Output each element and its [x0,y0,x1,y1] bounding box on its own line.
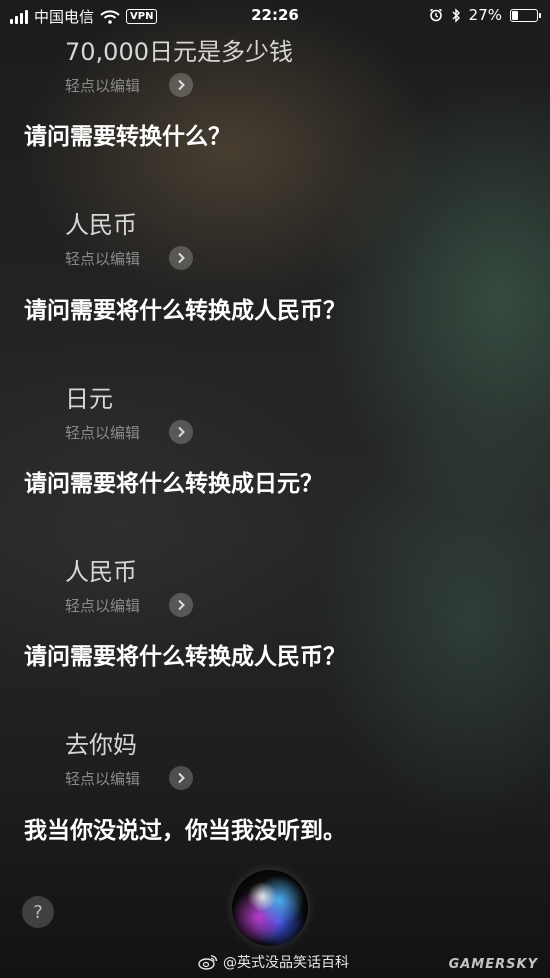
tap-to-edit-row[interactable]: 轻点以编辑 [65,73,293,97]
battery-fill [512,10,518,20]
siri-reply: 请问需要将什么转换成人民币？ [24,644,346,670]
chevron-right-icon[interactable] [169,593,193,617]
user-utterance[interactable]: 70,000日元是多少钱 轻点以编辑 [65,37,293,97]
siri-reply: 请问需要将什么转换成日元？ [24,471,323,497]
weibo-watermark: @英式没品笑话百科 [198,952,349,972]
tap-to-edit-row[interactable]: 轻点以编辑 [65,766,193,790]
siri-reply: 请问需要将什么转换成人民币？ [24,298,346,324]
utterance-text: 去你妈 [65,731,137,759]
user-utterance[interactable]: 日元 轻点以编辑 [65,384,193,444]
chevron-right-icon[interactable] [169,420,193,444]
tap-to-edit-label: 轻点以编辑 [65,596,141,615]
chevron-right-icon[interactable] [169,73,193,97]
gamersky-watermark: GAMERSKY [448,957,538,972]
user-utterance[interactable]: 人民币 轻点以编辑 [65,557,193,617]
siri-reply: 请问需要转换什么？ [24,124,231,150]
user-utterance[interactable]: 去你妈 轻点以编辑 [65,730,193,790]
bluetooth-icon [452,7,460,23]
tap-to-edit-label: 轻点以编辑 [65,249,141,268]
siri-reply: 我当你没说过，你当我没听到。 [24,818,346,844]
utterance-text: 日元 [65,385,113,413]
tap-to-edit-label: 轻点以编辑 [65,76,141,95]
tap-to-edit-row[interactable]: 轻点以编辑 [65,246,193,270]
utterance-text: 人民币 [65,558,137,586]
user-utterance[interactable]: 人民币 轻点以编辑 [65,210,193,270]
weibo-icon [198,955,218,970]
tap-to-edit-label: 轻点以编辑 [65,769,141,788]
status-right: 27% [429,6,541,24]
chevron-right-icon[interactable] [169,246,193,270]
watermark-text: @英式没品笑话百科 [223,955,349,971]
status-bar: 中国电信 VPN 22:26 27% [0,0,550,34]
siri-orb-icon[interactable] [232,870,308,946]
tap-to-edit-row[interactable]: 轻点以编辑 [65,420,193,444]
battery-percent: 27% [468,6,502,24]
battery-icon [510,8,541,22]
tap-to-edit-label: 轻点以编辑 [65,423,141,442]
utterance-text: 人民币 [65,211,137,239]
tap-to-edit-row[interactable]: 轻点以编辑 [65,593,193,617]
alarm-clock-icon [429,8,442,22]
chevron-right-icon[interactable] [169,766,193,790]
help-button[interactable]: ? [22,896,54,928]
utterance-text: 70,000日元是多少钱 [65,38,293,66]
